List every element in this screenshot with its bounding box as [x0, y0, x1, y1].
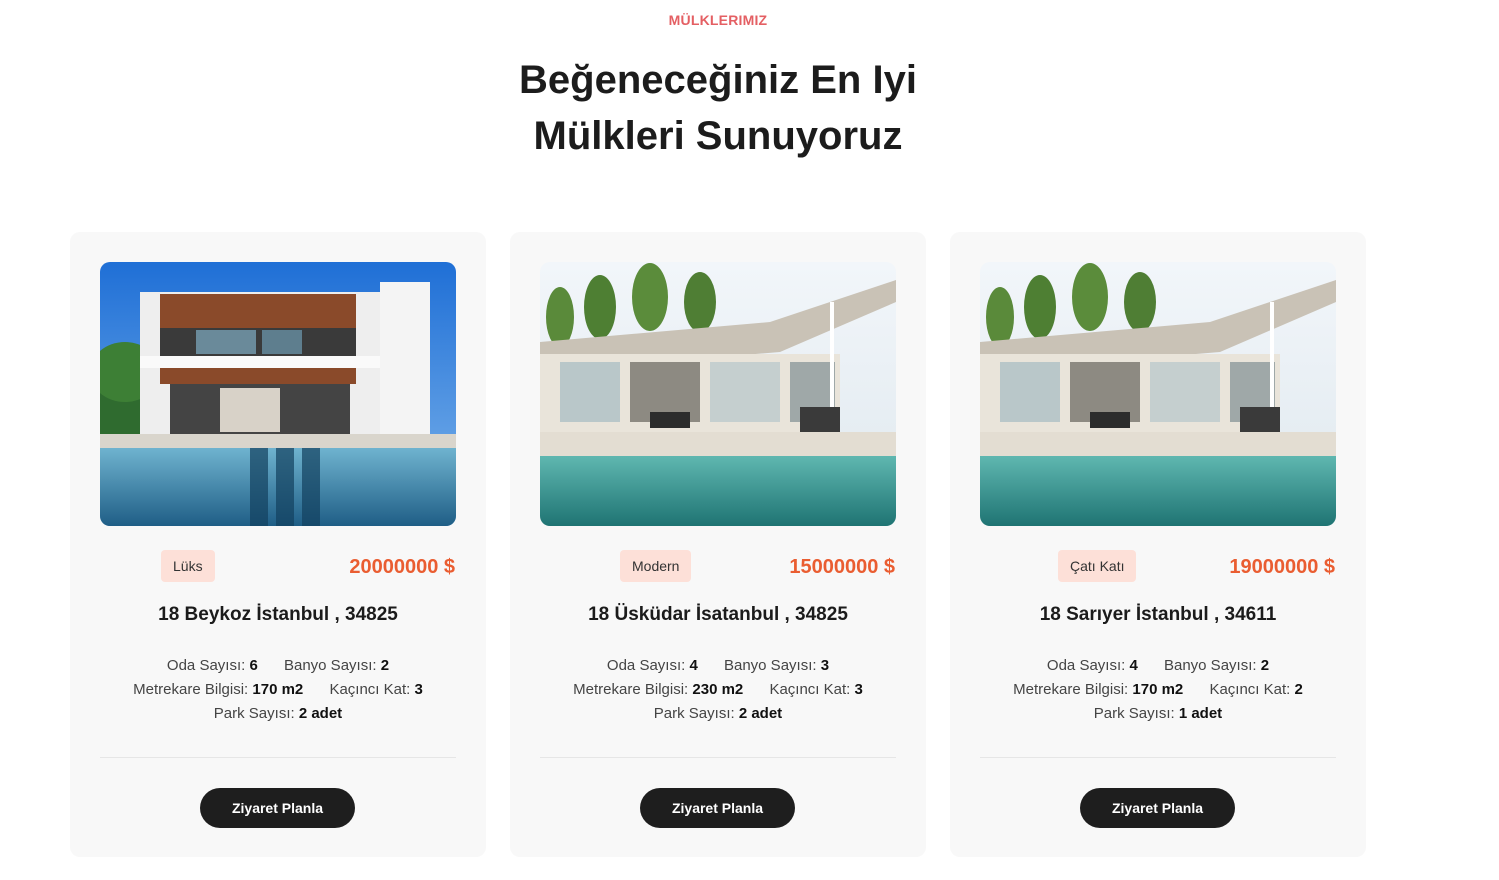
property-tag: Modern: [620, 550, 692, 582]
baths-value: 2: [1260, 657, 1270, 674]
property-specs: Oda Sayısı: 4 Banyo Sayısı: 3 Metrekare …: [510, 654, 926, 726]
rooms-label: Oda Sayısı:: [1046, 657, 1126, 674]
property-card: Çatı Katı 19000000 $ 18 Sarıyer İstanbul…: [950, 232, 1366, 857]
section-title: Beğeneceğiniz En Iyi Mülkleri Sunuyoruz: [0, 52, 1436, 164]
parking-label: Park Sayısı:: [213, 705, 295, 722]
property-photo[interactable]: [980, 262, 1336, 526]
property-card-list: Lüks 20000000 $ 18 Beykoz İstanbul , 348…: [70, 232, 1366, 857]
card-divider: [540, 757, 896, 758]
area-label: Metrekare Bilgisi:: [133, 681, 249, 698]
baths-label: Banyo Sayısı:: [723, 657, 817, 674]
baths-label: Banyo Sayısı:: [283, 657, 377, 674]
property-photo[interactable]: [100, 262, 456, 526]
parking-value: 2 adet: [738, 705, 783, 722]
rooms-value: 4: [1129, 657, 1138, 674]
floor-label: Kaçıncı Kat:: [1209, 681, 1291, 698]
floor-value: 3: [854, 681, 863, 698]
area-value: 170 m2: [252, 681, 304, 698]
property-price: 15000000 $: [789, 556, 895, 578]
area-value: 230 m2: [692, 681, 744, 698]
floor-value: 3: [414, 681, 423, 698]
property-card: Modern 15000000 $ 18 Üsküdar İsatanbul ,…: [510, 232, 926, 857]
rooms-value: 4: [689, 657, 698, 674]
section-title-line-1: Beğeneceğiniz En Iyi: [519, 58, 917, 102]
property-price: 19000000 $: [1229, 556, 1335, 578]
property-photo[interactable]: [540, 262, 896, 526]
parking-label: Park Sayısı:: [653, 705, 735, 722]
schedule-visit-button[interactable]: Ziyaret Planla: [1080, 788, 1235, 828]
property-price: 20000000 $: [349, 556, 455, 578]
card-divider: [100, 757, 456, 758]
floor-label: Kaçıncı Kat:: [329, 681, 411, 698]
property-specs: Oda Sayısı: 6 Banyo Sayısı: 2 Metrekare …: [70, 654, 486, 726]
area-label: Metrekare Bilgisi:: [573, 681, 689, 698]
property-address: 18 Üsküdar İsatanbul , 34825: [588, 604, 848, 625]
schedule-visit-button[interactable]: Ziyaret Planla: [640, 788, 795, 828]
area-value: 170 m2: [1132, 681, 1184, 698]
property-card: Lüks 20000000 $ 18 Beykoz İstanbul , 348…: [70, 232, 486, 857]
parking-value: 2 adet: [298, 705, 343, 722]
property-address: 18 Sarıyer İstanbul , 34611: [1039, 604, 1277, 625]
rooms-label: Oda Sayısı:: [166, 657, 246, 674]
section-eyebrow: MÜLKLERIMIZ: [668, 12, 768, 28]
baths-label: Banyo Sayısı:: [1163, 657, 1257, 674]
area-label: Metrekare Bilgisi:: [1013, 681, 1129, 698]
schedule-visit-button[interactable]: Ziyaret Planla: [200, 788, 355, 828]
baths-value: 2: [380, 657, 390, 674]
parking-value: 1 adet: [1178, 705, 1223, 722]
floor-label: Kaçıncı Kat:: [769, 681, 851, 698]
rooms-label: Oda Sayısı:: [606, 657, 686, 674]
property-tag: Çatı Katı: [1058, 550, 1137, 582]
floor-value: 2: [1294, 681, 1303, 698]
property-address: 18 Beykoz İstanbul , 34825: [158, 604, 398, 625]
baths-value: 3: [820, 657, 830, 674]
section-title-line-2: Mülkleri Sunuyoruz: [533, 114, 903, 158]
property-tag: Lüks: [161, 550, 215, 582]
rooms-value: 6: [249, 657, 258, 674]
parking-label: Park Sayısı:: [1093, 705, 1175, 722]
card-divider: [980, 757, 1336, 758]
property-specs: Oda Sayısı: 4 Banyo Sayısı: 2 Metrekare …: [950, 654, 1366, 726]
